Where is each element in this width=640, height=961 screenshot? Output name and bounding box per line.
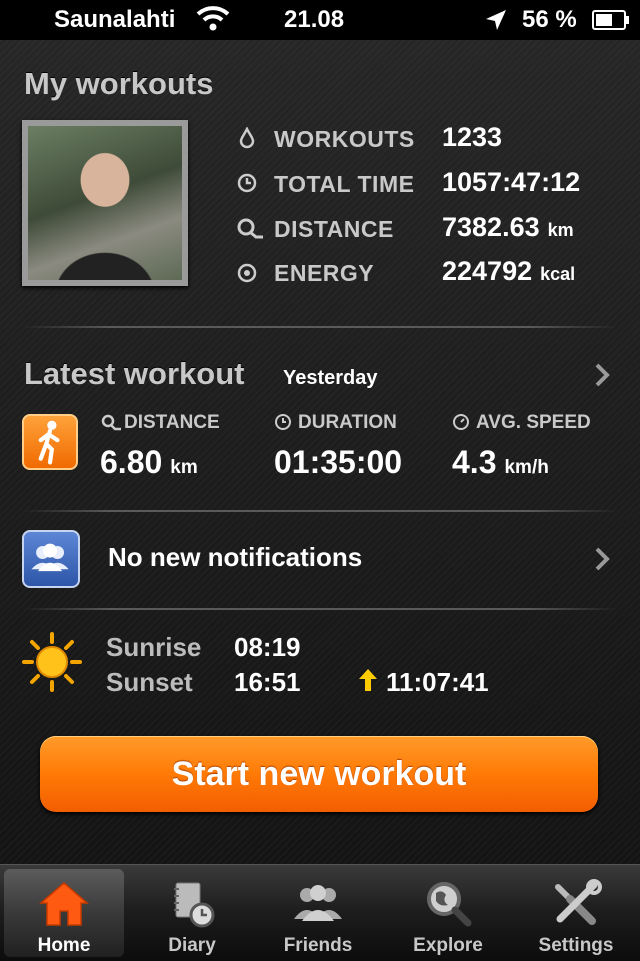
total-time-value: 1057:47:12 [442, 167, 581, 197]
daylight-arrow-up-icon [359, 669, 377, 691]
start-new-workout-button[interactable]: Start new workout [40, 736, 598, 812]
tab-friends-label: Friends [283, 935, 353, 956]
latest-duration-label: DURATION [298, 412, 397, 433]
energy-icon [237, 263, 257, 283]
wifi-icon [196, 6, 230, 31]
tab-home[interactable]: Home [4, 869, 124, 957]
section-divider [22, 510, 618, 512]
duration-clock-icon [275, 414, 291, 430]
clock: 21.08 [284, 6, 345, 33]
drop-icon [239, 127, 255, 149]
tab-bar: Home Diary Friends Explore Settings [0, 864, 640, 961]
latest-speed-label: AVG. SPEED [476, 412, 591, 433]
workouts-label: WORKOUTS [274, 126, 415, 152]
latest-speed-value: 4.3 km/h [452, 444, 549, 480]
profile-photo [28, 126, 182, 280]
tab-friends[interactable]: Friends [258, 869, 378, 957]
distance-icon [237, 218, 263, 239]
notifications-text: No new notifications [108, 542, 363, 572]
settings-icon [555, 879, 602, 925]
sunset-time: 16:51 [234, 667, 301, 697]
sunrise-label: Sunrise [106, 632, 202, 662]
clock-icon [237, 173, 257, 193]
total-time-label: TOTAL TIME [274, 171, 415, 197]
tab-diary-label: Diary [168, 935, 216, 956]
chevron-right-icon[interactable] [594, 546, 610, 572]
section-divider [22, 326, 618, 328]
battery-percent: 56 % [522, 6, 577, 33]
workouts-value: 1233 [442, 122, 503, 152]
sunrise-time: 08:19 [234, 632, 301, 662]
tab-settings[interactable]: Settings [516, 869, 636, 957]
distance-unit: km [547, 220, 574, 240]
distance-small-icon [101, 414, 121, 431]
speed-gauge-icon [453, 414, 469, 430]
explore-icon [427, 882, 472, 927]
tab-explore-label: Explore [413, 935, 483, 956]
daylight-duration: 11:07:41 [386, 667, 489, 697]
sunset-label: Sunset [106, 667, 193, 697]
friends-notification-icon [22, 530, 80, 588]
latest-workout-title: Latest workout [24, 356, 245, 391]
status-bar: Saunalahti 21.08 56 % [0, 0, 640, 50]
latest-distance-value: 6.80 km [100, 444, 198, 480]
tab-explore[interactable]: Explore [388, 869, 508, 957]
sun-icon [22, 632, 82, 692]
energy-value: 224792 kcal [442, 256, 576, 286]
latest-duration-value: 01:35:00 [274, 444, 403, 480]
energy-unit: kcal [540, 264, 576, 284]
tab-home-label: Home [37, 935, 91, 956]
distance-label: DISTANCE [274, 216, 394, 242]
latest-distance-label: DISTANCE [124, 412, 220, 433]
tab-diary[interactable]: Diary [132, 869, 252, 957]
friends-icon [294, 885, 342, 921]
section-divider [22, 608, 618, 610]
tab-settings-label: Settings [538, 935, 614, 956]
latest-workout-date: Yesterday [283, 367, 378, 389]
carrier-name: Saunalahti [54, 6, 176, 33]
walking-activity-icon [22, 414, 78, 470]
avatar[interactable] [22, 120, 188, 286]
battery-icon [592, 10, 629, 30]
energy-label: ENERGY [274, 260, 375, 286]
location-arrow-icon [486, 10, 506, 30]
home-icon [38, 882, 90, 926]
chevron-right-icon[interactable] [594, 362, 610, 388]
distance-value: 7382.63 km [442, 212, 574, 242]
diary-icon [174, 882, 215, 928]
my-workouts-title: My workouts [24, 66, 214, 101]
